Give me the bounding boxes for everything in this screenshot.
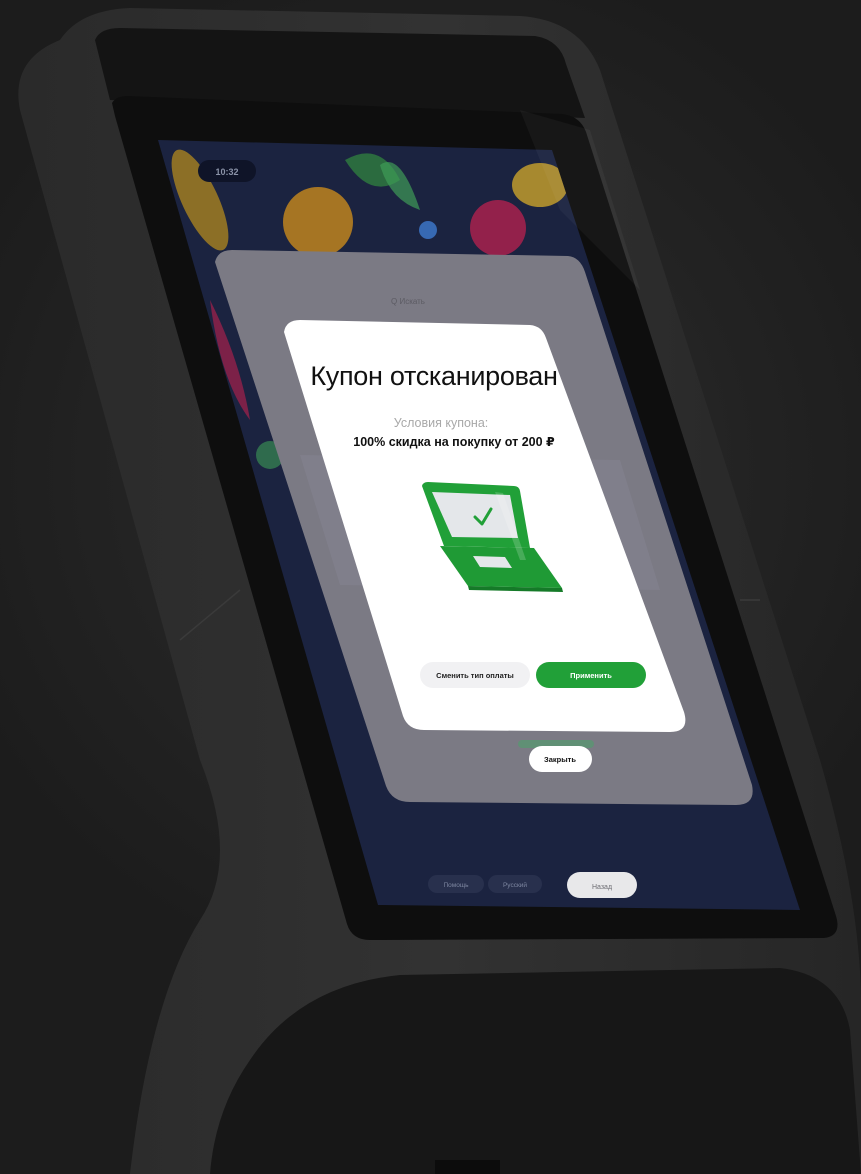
- close-button-label: Закрыть: [544, 755, 576, 764]
- apply-button-label: Применить: [570, 671, 612, 680]
- background-search-text: Q Искать: [391, 297, 425, 306]
- language-button-label: Русский: [503, 881, 527, 889]
- conditions-label: Условия купона:: [394, 416, 489, 430]
- blueberry-decoration: [419, 221, 437, 239]
- berry-decoration: [470, 200, 526, 256]
- conditions-value: 100% скидка на покупку от 200 ₽: [353, 435, 555, 449]
- back-button-label: Назад: [592, 884, 612, 891]
- modal-title: Купон отсканирован: [310, 361, 557, 391]
- help-button-label: Помощь: [443, 882, 469, 889]
- orange-decoration: [283, 187, 353, 257]
- status-time: 10:32: [215, 167, 238, 177]
- kiosk-screen: 10:32 Q Искать Помощь Русский Назад Купо…: [158, 110, 800, 910]
- fruit-decoration: [640, 400, 670, 430]
- change-payment-button-label: Сменить тип оплаты: [436, 671, 514, 680]
